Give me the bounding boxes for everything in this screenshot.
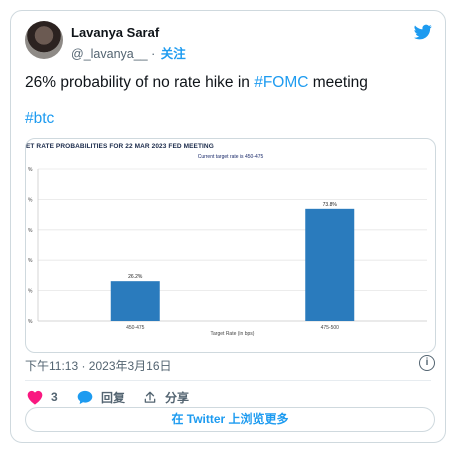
bar-475-500	[305, 208, 355, 321]
info-icon[interactable]: i	[419, 355, 435, 371]
tweet-media-chart[interactable]: %%%%%% 26.2% 450-475 73.8% 475-500 Target Rat…	[25, 138, 436, 353]
follow-button[interactable]: 关注	[161, 47, 186, 61]
chart-title: ET RATE PROBABILITIES FOR 22 MAR 2023 FE…	[26, 143, 214, 150]
twitter-bird-icon[interactable]	[413, 23, 433, 41]
avatar[interactable]	[25, 21, 63, 59]
y-tick-label: %	[28, 289, 33, 295]
chart-subtitle: Current target rate is 450-475	[197, 154, 264, 160]
y-tick-label: %	[28, 319, 33, 325]
x-tick-label: 450-475	[126, 325, 145, 331]
tweet-text-suffix: meeting	[308, 74, 368, 91]
y-tick-label: %	[28, 258, 33, 264]
y-tick-label: %	[28, 228, 33, 234]
reply-button[interactable]: 回复	[77, 388, 125, 406]
bar-chart: %%%%%% 26.2% 450-475 73.8% 475-500 Target Rat…	[28, 167, 427, 337]
heart-icon	[27, 390, 43, 405]
y-tick-label: %	[28, 197, 33, 203]
user-handle[interactable]: @_lavanya__	[71, 47, 148, 61]
display-name[interactable]: Lavanya Saraf	[71, 25, 159, 40]
handle-separator: ·	[147, 47, 159, 61]
share-button[interactable]: 分享	[143, 388, 189, 406]
speech-bubble-icon	[77, 390, 93, 404]
like-count: 3	[51, 390, 58, 404]
tweet-card: Lavanya Saraf @_lavanya__ · 关注 26% proba…	[10, 10, 446, 443]
divider	[25, 380, 431, 381]
like-button[interactable]: 3	[27, 388, 58, 406]
share-icon	[144, 391, 156, 403]
bar-450-475	[110, 281, 160, 321]
user-handle-line: @_lavanya__ · 关注	[71, 43, 186, 62]
bar-value-label: 73.8%	[323, 202, 338, 208]
tweet-timestamp[interactable]: 下午11:13 · 2023年3月16日	[25, 357, 172, 374]
hashtag-btc[interactable]: #btc	[25, 110, 54, 128]
hashtag-fomc[interactable]: #FOMC	[254, 74, 308, 91]
share-label: 分享	[165, 390, 190, 405]
read-more-on-twitter-button[interactable]: 在 Twitter 上浏览更多	[25, 407, 435, 432]
tweet-text-prefix: 26% probability of no rate hike in	[25, 74, 255, 91]
tweet-text: 26% probability of no rate hike in #FOMC…	[25, 73, 435, 93]
reply-label: 回复	[101, 390, 126, 405]
x-axis-label: Target Rate (in bps)	[211, 331, 255, 337]
x-tick-label: 475-500	[321, 325, 340, 331]
y-tick-label: %	[28, 167, 33, 173]
bar-value-label: 26.2%	[128, 274, 143, 280]
